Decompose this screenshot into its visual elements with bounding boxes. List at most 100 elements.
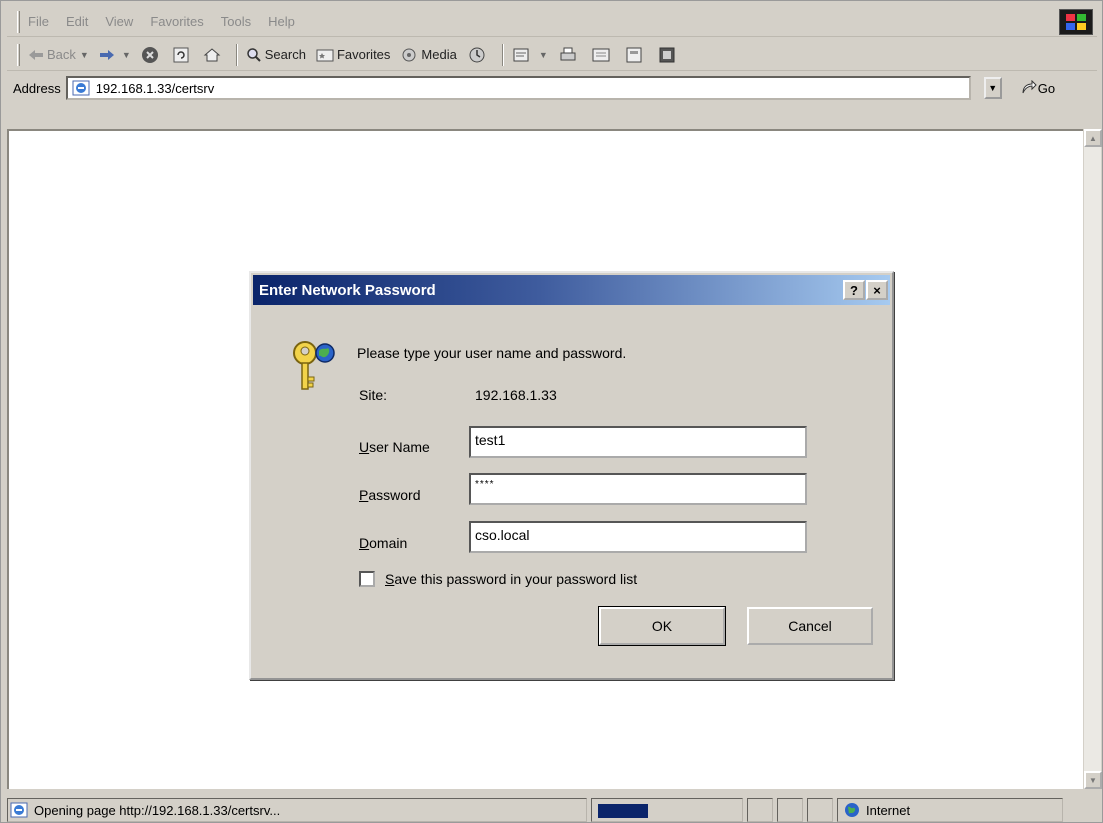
user-name-label: User Name xyxy=(359,439,430,455)
progress-bar xyxy=(591,798,743,822)
address-bar: Address 192.168.1.33/certsrv ▼ Go xyxy=(7,73,1097,103)
media-icon xyxy=(402,48,416,61)
user-name-accel: U xyxy=(359,439,370,455)
save-password-label-rest: ave this password in your password list xyxy=(394,571,638,587)
menu-view[interactable]: View xyxy=(105,14,133,29)
mail-dropdown-icon[interactable]: ▼ xyxy=(539,50,548,60)
ie-page-icon xyxy=(72,80,90,96)
dialog-title-bar[interactable]: Enter Network Password ? × xyxy=(253,275,890,305)
refresh-button[interactable] xyxy=(172,43,193,67)
toolbar: Back ▼ ▼ Search Favorites Media ▼ xyxy=(7,39,1097,71)
save-password-checkbox[interactable] xyxy=(359,571,375,587)
address-url: 192.168.1.33/certsrv xyxy=(95,80,215,96)
scroll-down-icon[interactable]: ▼ xyxy=(1084,771,1102,789)
menu-file[interactable]: File xyxy=(28,14,49,29)
status-cell xyxy=(807,798,833,822)
forward-button[interactable]: ▼ xyxy=(99,43,131,67)
media-button[interactable]: Media xyxy=(400,43,457,67)
toolbar-separator xyxy=(501,43,504,66)
discuss-button[interactable] xyxy=(624,43,647,67)
site-value: 192.168.1.33 xyxy=(475,387,557,403)
print-button[interactable] xyxy=(558,43,581,67)
user-name-label-rest: ser Name xyxy=(369,439,430,455)
cancel-button[interactable]: Cancel xyxy=(747,607,873,645)
status-cell xyxy=(747,798,773,822)
status-cell xyxy=(777,798,803,822)
back-label: Back xyxy=(47,47,76,62)
key-icon xyxy=(293,341,335,390)
save-password-accel: S xyxy=(385,571,395,587)
messenger-button[interactable] xyxy=(657,43,680,67)
forward-arrow-icon xyxy=(99,49,114,60)
search-label: Search xyxy=(264,47,306,62)
password-label-rest: assword xyxy=(368,487,421,503)
internet-globe-icon xyxy=(845,803,859,817)
discuss-icon xyxy=(626,47,642,62)
password-field[interactable]: **** xyxy=(469,473,807,505)
save-password-option[interactable]: Save this password in your password list xyxy=(359,571,637,587)
toolbar-grip xyxy=(17,43,20,66)
domain-label-rest: omain xyxy=(369,535,408,551)
address-label: Address xyxy=(13,80,61,96)
edit-button[interactable] xyxy=(591,43,614,67)
network-password-dialog: Enter Network Password ? × Please type y… xyxy=(249,271,894,680)
refresh-icon xyxy=(173,47,189,62)
stop-button[interactable] xyxy=(141,43,162,67)
stop-icon xyxy=(141,46,158,63)
password-label: Password xyxy=(359,487,420,503)
print-icon xyxy=(560,47,576,60)
menu-favorites[interactable]: Favorites xyxy=(150,14,203,29)
ok-button[interactable]: OK xyxy=(598,606,726,646)
dialog-title: Enter Network Password xyxy=(259,281,436,299)
home-button[interactable] xyxy=(203,43,224,67)
search-button[interactable]: Search xyxy=(246,43,306,67)
site-label: Site: xyxy=(359,387,388,403)
domain-field[interactable]: cso.local xyxy=(469,521,807,553)
progress-fill xyxy=(598,804,648,818)
messenger-icon xyxy=(659,47,675,62)
status-text: Opening page http://192.168.1.33/certsrv… xyxy=(34,802,281,818)
vertical-scrollbar[interactable]: ▲ ▼ xyxy=(1083,129,1102,789)
user-name-field[interactable]: test1 xyxy=(469,426,807,458)
history-button[interactable] xyxy=(467,43,490,67)
media-label: Media xyxy=(421,47,457,62)
forward-dropdown-icon[interactable]: ▼ xyxy=(122,50,131,60)
edit-page-icon xyxy=(592,48,610,61)
go-button[interactable]: Go xyxy=(1020,80,1055,96)
status-text-pane: Opening page http://192.168.1.33/certsrv… xyxy=(7,798,587,822)
domain-accel: D xyxy=(359,535,370,551)
windows-logo-icon xyxy=(1059,9,1093,35)
address-dropdown-icon[interactable]: ▼ xyxy=(983,77,1002,99)
close-button[interactable]: × xyxy=(866,280,888,300)
history-icon xyxy=(469,47,485,62)
menu-grip xyxy=(17,10,20,33)
home-icon xyxy=(203,47,221,61)
favorites-button[interactable]: Favorites xyxy=(316,43,390,67)
address-input[interactable]: 192.168.1.33/certsrv xyxy=(65,76,971,100)
mail-icon xyxy=(513,48,529,61)
search-icon xyxy=(247,47,261,62)
go-arrow-icon xyxy=(1022,80,1037,94)
ie-page-icon xyxy=(10,802,28,818)
status-bar: Opening page http://192.168.1.33/certsrv… xyxy=(7,797,1097,823)
toolbar-separator xyxy=(235,43,238,66)
scroll-up-icon[interactable]: ▲ xyxy=(1084,129,1102,147)
back-dropdown-icon[interactable]: ▼ xyxy=(80,50,89,60)
domain-label: Domain xyxy=(359,535,407,551)
back-button[interactable]: Back ▼ xyxy=(28,43,89,67)
security-zone: Internet xyxy=(837,798,1063,822)
menu-help[interactable]: Help xyxy=(268,14,295,29)
zone-label: Internet xyxy=(866,802,911,818)
favorites-folder-icon xyxy=(316,49,334,61)
dialog-prompt: Please type your user name and password. xyxy=(357,345,627,361)
help-button[interactable]: ? xyxy=(843,280,865,300)
menu-edit[interactable]: Edit xyxy=(66,14,88,29)
menu-tools[interactable]: Tools xyxy=(221,14,251,29)
save-password-label: Save this password in your password list xyxy=(385,571,637,587)
browser-window: File Edit View Favorites Tools Help Back… xyxy=(0,0,1103,823)
back-arrow-icon xyxy=(29,49,43,60)
go-label: Go xyxy=(1037,80,1056,96)
mail-button[interactable]: ▼ xyxy=(512,43,548,67)
menu-bar: File Edit View Favorites Tools Help xyxy=(7,7,1097,37)
favorites-label: Favorites xyxy=(336,47,391,62)
